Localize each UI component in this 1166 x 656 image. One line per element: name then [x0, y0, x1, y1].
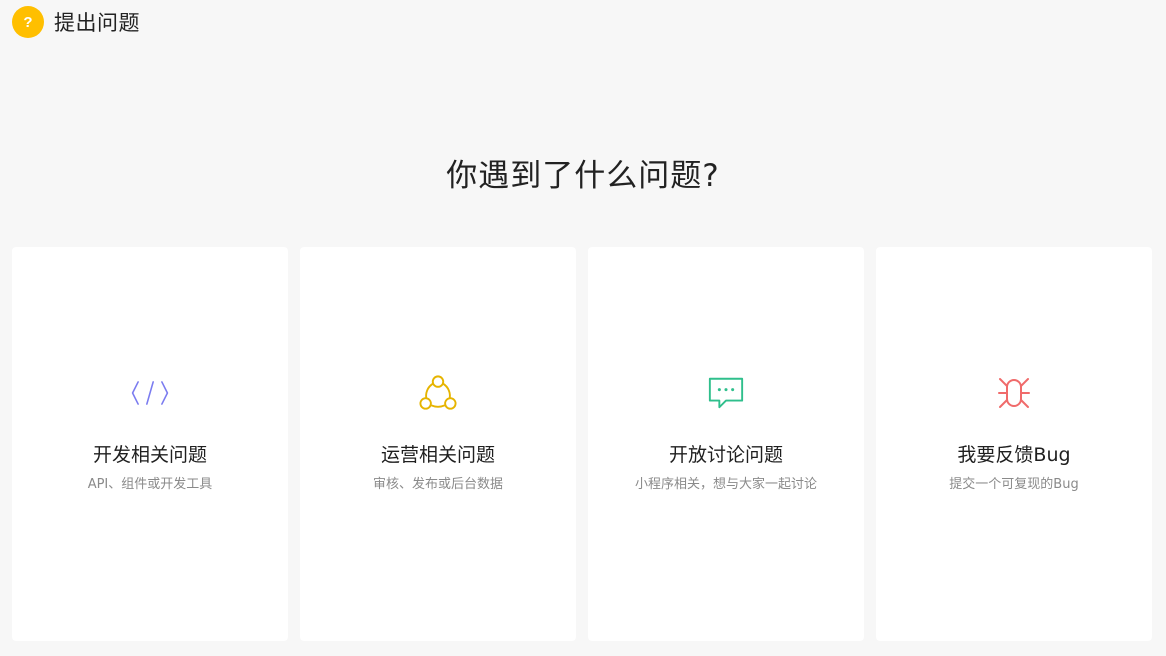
card-dev-issue[interactable]: 开发相关问题 API、组件或开发工具: [12, 247, 288, 641]
page-title: 提出问题: [54, 11, 140, 35]
main-heading: 你遇到了什么问题?: [446, 158, 720, 194]
card-bug-report[interactable]: 我要反馈Bug 提交一个可复现的Bug: [876, 247, 1152, 641]
page-header: ? 提出问题: [12, 5, 140, 39]
card-title: 开放讨论问题: [668, 444, 783, 466]
card-open-discussion[interactable]: 开放讨论问题 小程序相关，想与大家一起讨论: [588, 247, 864, 641]
question-icon: ?: [12, 6, 44, 38]
card-description: 小程序相关，想与大家一起讨论: [634, 477, 817, 492]
card-ops-issue[interactable]: 运营相关问题 审核、发布或后台数据: [300, 247, 576, 641]
card-description: 提交一个可复现的Bug: [949, 477, 1079, 492]
chat-icon: [707, 374, 745, 412]
category-cards: 开发相关问题 API、组件或开发工具 运营相关问题 审核、发布或后台数据 开放讨…: [12, 247, 1152, 641]
network-icon: [419, 374, 457, 412]
card-title: 我要反馈Bug: [957, 444, 1071, 466]
card-description: 审核、发布或后台数据: [372, 477, 503, 492]
bug-icon: [995, 374, 1033, 412]
code-icon: [131, 374, 169, 412]
card-title: 开发相关问题: [92, 444, 207, 466]
card-description: API、组件或开发工具: [87, 477, 213, 492]
badge-glyph: ?: [23, 13, 33, 31]
card-title: 运营相关问题: [380, 444, 495, 466]
